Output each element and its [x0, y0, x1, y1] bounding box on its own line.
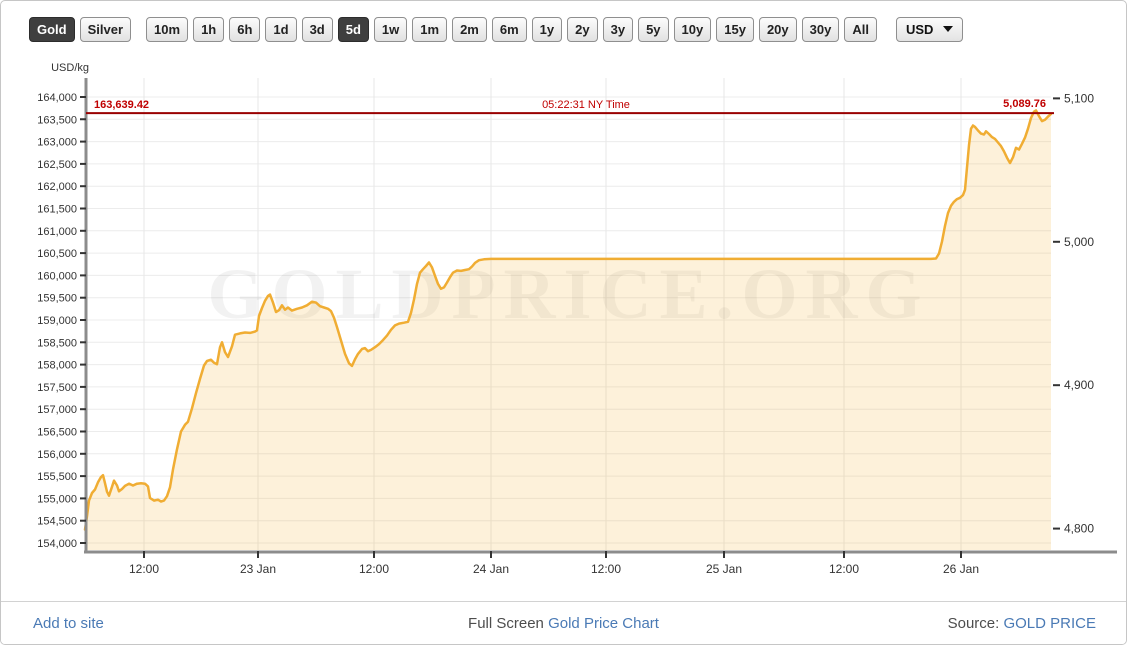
range-button-group: 10m1h6h1d3d5d1w1m2m6m1y2y3y5y10y15y20y30… [146, 17, 882, 42]
left-axis-tick-label: 154,500 [37, 516, 77, 528]
range-button-1d[interactable]: 1d [265, 17, 296, 42]
source-label: Source: [948, 615, 1000, 632]
range-button-30y[interactable]: 30y [802, 17, 840, 42]
range-button-2m[interactable]: 2m [452, 17, 487, 42]
metal-button-group: GoldSilver [29, 17, 136, 42]
range-button-15y[interactable]: 15y [716, 17, 754, 42]
range-button-3y[interactable]: 3y [603, 17, 633, 42]
chevron-down-icon [943, 26, 953, 32]
full-screen-label: Full Screen [468, 615, 544, 632]
left-axis-tick-label: 156,000 [37, 449, 77, 461]
chart-area[interactable]: GOLDPRICE.ORG154,000154,500155,000155,50… [1, 55, 1126, 601]
metal-button-silver[interactable]: Silver [80, 17, 131, 42]
left-axis-tick-label: 154,000 [37, 538, 77, 550]
x-axis-tick-label: 25 Jan [706, 562, 742, 576]
x-axis-tick-label: 12:00 [829, 562, 859, 576]
source-link[interactable]: GOLD PRICE [1003, 615, 1096, 632]
left-axis-tick-label: 162,500 [37, 159, 77, 171]
range-button-6m[interactable]: 6m [492, 17, 527, 42]
gold-price-chart-widget: GoldSilver 10m1h6h1d3d5d1w1m2m6m1y2y3y5y… [0, 0, 1127, 645]
left-axis-tick-label: 162,000 [37, 181, 77, 193]
range-button-10m[interactable]: 10m [146, 17, 188, 42]
x-axis-tick-label: 12:00 [359, 562, 389, 576]
currency-select-value: USD [906, 23, 933, 36]
range-button-6h[interactable]: 6h [229, 17, 260, 42]
left-axis-tick-label: 158,500 [37, 337, 77, 349]
chart-toolbar: GoldSilver 10m1h6h1d3d5d1w1m2m6m1y2y3y5y… [1, 1, 1126, 55]
range-button-5y[interactable]: 5y [638, 17, 668, 42]
left-axis-tick-label: 163,500 [37, 114, 77, 126]
range-button-2y[interactable]: 2y [567, 17, 597, 42]
range-button-3d[interactable]: 3d [302, 17, 333, 42]
left-axis-tick-label: 164,000 [37, 92, 77, 104]
left-axis-tick-label: 157,000 [37, 404, 77, 416]
current-price-left-label: 163,639.42 [94, 99, 149, 111]
footer-bar: Add to site Full Screen Gold Price Chart… [1, 601, 1126, 644]
left-axis-tick-label: 155,500 [37, 471, 77, 483]
gold-price-chart-link[interactable]: Gold Price Chart [548, 615, 659, 632]
x-axis-tick-label: 12:00 [591, 562, 621, 576]
add-to-site-link[interactable]: Add to site [1, 615, 104, 632]
right-axis-tick-label: 5,000 [1064, 235, 1094, 249]
left-axis-tick-label: 160,000 [37, 270, 77, 282]
price-chart[interactable]: GOLDPRICE.ORG154,000154,500155,000155,50… [1, 55, 1127, 601]
ny-time-label: 05:22:31 NY Time [542, 99, 630, 111]
range-button-1w[interactable]: 1w [374, 17, 407, 42]
right-axis-tick-label: 5,100 [1064, 91, 1094, 105]
left-axis-tick-label: 159,000 [37, 315, 77, 327]
range-button-all[interactable]: All [844, 17, 877, 42]
range-button-1h[interactable]: 1h [193, 17, 224, 42]
left-axis-tick-label: 158,000 [37, 360, 77, 372]
x-axis-tick-label: 26 Jan [943, 562, 979, 576]
range-button-1y[interactable]: 1y [532, 17, 562, 42]
left-axis-tick-label: 160,500 [37, 248, 77, 260]
left-axis-tick-label: 155,000 [37, 493, 77, 505]
x-axis-tick-label: 12:00 [129, 562, 159, 576]
range-button-5d[interactable]: 5d [338, 17, 369, 42]
footer-center: Full Screen Gold Price Chart [468, 615, 659, 632]
left-axis-tick-label: 156,500 [37, 427, 77, 439]
y-axis-unit-label: USD/kg [51, 62, 89, 74]
currency-select[interactable]: USD [896, 17, 963, 42]
range-button-1m[interactable]: 1m [412, 17, 447, 42]
left-axis-tick-label: 159,500 [37, 293, 77, 305]
x-axis-tick-label: 23 Jan [240, 562, 276, 576]
right-axis-tick-label: 4,900 [1064, 378, 1094, 392]
current-price-right-label: 5,089.76 [1003, 98, 1046, 110]
range-button-10y[interactable]: 10y [674, 17, 712, 42]
left-axis-tick-label: 161,500 [37, 204, 77, 216]
left-axis-tick-label: 161,000 [37, 226, 77, 238]
left-axis-tick-label: 157,500 [37, 382, 77, 394]
left-axis-tick-label: 163,000 [37, 137, 77, 149]
metal-button-gold[interactable]: Gold [29, 17, 75, 42]
range-button-20y[interactable]: 20y [759, 17, 797, 42]
footer-source: Source: GOLD PRICE [948, 615, 1126, 632]
x-axis-tick-label: 24 Jan [473, 562, 509, 576]
right-axis-tick-label: 4,800 [1064, 522, 1094, 536]
